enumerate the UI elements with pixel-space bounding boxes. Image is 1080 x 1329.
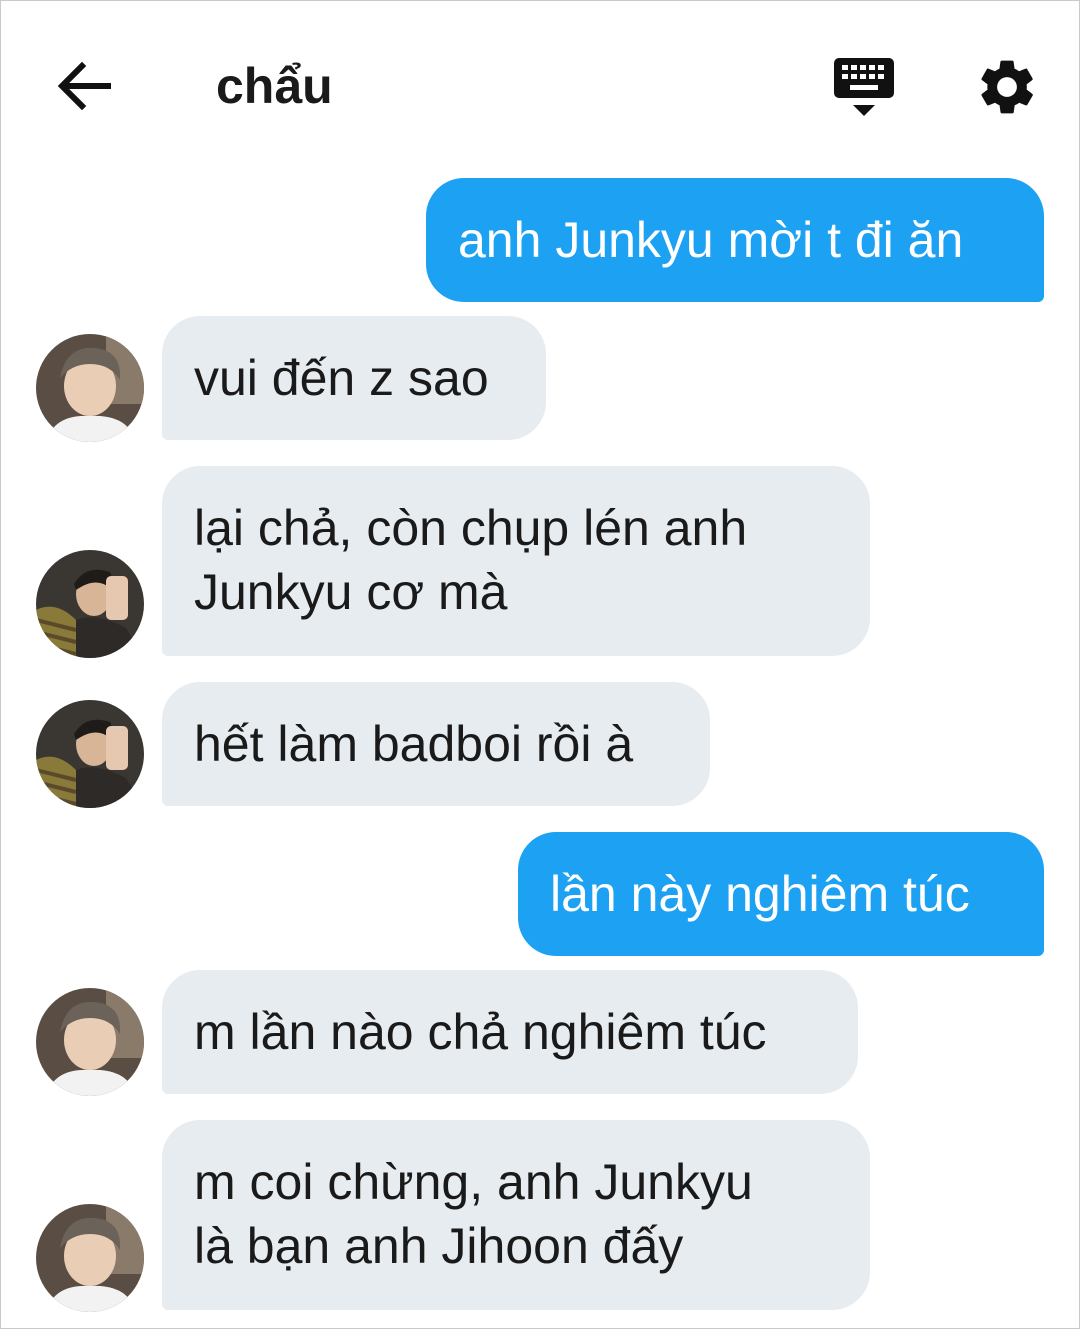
keyboard-hide-icon <box>834 58 894 116</box>
conversation-title: chẩu <box>216 58 333 114</box>
back-button[interactable] <box>52 56 116 116</box>
incoming-message[interactable]: m lần nào chả nghiêm túc <box>162 970 858 1094</box>
message-text: lần này nghiêm túc <box>550 866 970 922</box>
outgoing-message[interactable]: anh Junkyu mời t đi ăn <box>426 178 1044 302</box>
incoming-message[interactable]: vui đến z sao <box>162 316 546 440</box>
settings-button[interactable] <box>974 54 1040 120</box>
avatar[interactable] <box>36 334 144 442</box>
chat-header: chẩu <box>0 0 1080 170</box>
message-text: m lần nào chả nghiêm túc <box>194 1004 767 1060</box>
incoming-message[interactable]: hết làm badboi rồi à <box>162 682 710 806</box>
avatar-boy-image <box>36 1204 144 1312</box>
message-text-line: m coi chừng, anh Junkyu <box>194 1154 753 1210</box>
message-text: vui đến z sao <box>194 350 489 406</box>
incoming-message[interactable]: m coi chừng, anh Junkyu là bạn anh Jihoo… <box>162 1120 870 1310</box>
avatar-couple-image <box>36 700 144 808</box>
avatar[interactable] <box>36 988 144 1096</box>
arrow-left-icon <box>57 61 111 111</box>
message-text-line: Junkyu cơ mà <box>194 564 508 620</box>
outgoing-message[interactable]: lần này nghiêm túc <box>518 832 1044 956</box>
message-text-line: là bạn anh Jihoon đấy <box>194 1218 684 1274</box>
message-text-line: lại chả, còn chụp lén anh <box>194 500 748 556</box>
keyboard-toggle-button[interactable] <box>832 56 898 120</box>
incoming-message[interactable]: lại chả, còn chụp lén anh Junkyu cơ mà <box>162 466 870 656</box>
avatar-couple-image <box>36 550 144 658</box>
avatar-boy-image <box>36 988 144 1096</box>
gear-icon <box>981 60 1033 114</box>
avatar[interactable] <box>36 700 144 808</box>
message-text: anh Junkyu mời t đi ăn <box>458 212 964 268</box>
avatar-boy-image <box>36 334 144 442</box>
avatar[interactable] <box>36 550 144 658</box>
avatar[interactable] <box>36 1204 144 1312</box>
message-text: hết làm badboi rồi à <box>194 716 634 772</box>
